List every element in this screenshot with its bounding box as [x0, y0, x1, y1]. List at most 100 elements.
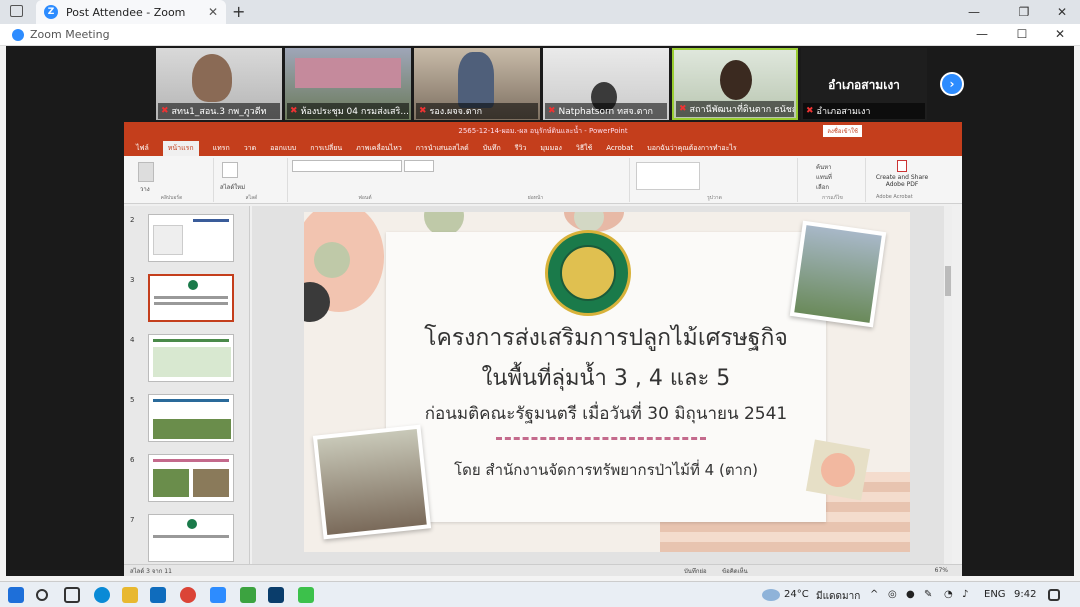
ppt-tab[interactable]: บันทึก	[483, 143, 501, 154]
weather-icon[interactable]	[762, 589, 780, 601]
group-label: Adobe Acrobat	[876, 194, 913, 200]
zoom-minimize-button[interactable]: —	[964, 23, 1000, 45]
muted-mic-icon: ✖	[548, 106, 556, 116]
tab-title: Post Attendee - Zoom	[66, 5, 186, 19]
tab-close-icon[interactable]: ✕	[208, 5, 218, 19]
slide-thumbnail[interactable]	[148, 334, 234, 382]
slide-thumbnail[interactable]	[148, 514, 234, 562]
participant-name: สถานีพัฒนาที่ดินตาก ธนัชญา	[689, 105, 794, 115]
paste-icon	[138, 162, 154, 182]
ppt-tab[interactable]: แทรก	[213, 143, 230, 154]
thumb-number: 2	[130, 216, 135, 224]
next-page-button[interactable]: ›	[940, 72, 964, 96]
chrome-icon[interactable]	[180, 587, 196, 603]
zoom-app-icon[interactable]	[210, 587, 226, 603]
language-indicator[interactable]: ENG	[984, 589, 1006, 600]
edge-browser-icon[interactable]	[94, 587, 110, 603]
line-app-icon[interactable]	[298, 587, 314, 603]
current-slide[interactable]: โครงการส่งเสริมการปลูกไม้เศรษฐกิจ ในพื้น…	[304, 212, 910, 552]
participant-tile[interactable]: ✖ สทน1_สอน.3 กพ_ภูวดีท	[156, 48, 282, 120]
font-name-input[interactable]	[292, 160, 402, 172]
slide-thumbnail[interactable]	[148, 214, 234, 262]
app-icon[interactable]	[268, 587, 284, 603]
ppt-tab[interactable]: การเปลี่ยน	[310, 143, 342, 154]
zoom-logo-icon	[12, 28, 24, 41]
microphone-icon[interactable]: ●	[906, 589, 915, 600]
volume-icon[interactable]: ♪	[962, 589, 968, 600]
slide-editor: โครงการส่งเสริมการปลูกไม้เศรษฐกิจ ในพื้น…	[252, 206, 952, 564]
tray-chevron-icon[interactable]: ^	[870, 589, 878, 600]
participant-video	[720, 60, 752, 100]
windows-taskbar: 24°C มีแดดมาก ^ ◎ ● ✎ ◔ ♪ ENG 9:42	[0, 581, 1080, 607]
slide-title-line1: โครงการส่งเสริมการปลูกไม้เศรษฐกิจ	[424, 325, 788, 351]
weather-temperature[interactable]: 24°C	[784, 589, 809, 600]
font-size-input[interactable]	[404, 160, 434, 172]
mail-icon[interactable]	[150, 587, 166, 603]
new-tab-button[interactable]: +	[232, 2, 245, 21]
ppt-tell-me[interactable]: บอกฉันว่าคุณต้องการทำอะไร	[647, 143, 736, 154]
window-maximize-button[interactable]: ❐	[1006, 0, 1042, 24]
group-label: คลิปบอร์ด	[160, 195, 183, 201]
window-minimize-button[interactable]: —	[956, 0, 992, 24]
slide-thumbnail[interactable]	[148, 454, 234, 502]
participant-name: ห้องประชุม 04 กรมส่งเสริ...	[300, 107, 409, 117]
participant-tile-active-speaker[interactable]: ✖ สถานีพัฒนาที่ดินตาก ธนัชญา	[672, 48, 798, 120]
slide-thumbnail[interactable]	[148, 394, 234, 442]
slide-photo	[312, 424, 432, 540]
meeting-area: ✖ สทน1_สอน.3 กพ_ภูวดีท ✖ ห้องประชุม 04 กรม…	[6, 46, 1074, 576]
zoom-close-button[interactable]: ✕	[1042, 23, 1078, 45]
find-button[interactable]: ค้นหา	[816, 162, 831, 172]
decor-sticker	[805, 439, 871, 501]
file-explorer-icon[interactable]	[122, 587, 138, 603]
notes-button[interactable]: บันทึกย่อ	[684, 566, 707, 576]
ppt-tab[interactable]: ภาพเคลื่อนไหว	[356, 143, 402, 154]
clock-time[interactable]: 9:42	[1014, 589, 1036, 600]
tabs-menu-icon[interactable]	[10, 5, 23, 17]
network-icon[interactable]: ◎	[888, 589, 897, 600]
notification-icon[interactable]	[1048, 589, 1060, 601]
slide-vertical-scrollbar[interactable]	[944, 206, 952, 564]
ppt-tab[interactable]: การนำเสนอสไลด์	[416, 143, 469, 154]
weather-description[interactable]: มีแดดมาก	[816, 589, 860, 604]
ppt-tab[interactable]: ไฟล์	[136, 143, 149, 154]
thumb-number: 6	[130, 456, 135, 464]
browser-tab-bar: Z Post Attendee - Zoom ✕ + — ❐ ✕	[0, 0, 1080, 24]
thumb-number: 7	[130, 516, 135, 524]
wifi-icon[interactable]: ◔	[944, 589, 953, 600]
app-icon[interactable]	[240, 587, 256, 603]
ppt-tab[interactable]: Acrobat	[606, 144, 633, 152]
ppt-tab-home[interactable]: หน้าแรก	[162, 140, 199, 156]
participant-name: อำเภอสามเงา	[816, 107, 871, 117]
ppt-tab[interactable]: มุมมอง	[540, 143, 561, 154]
create-share-pdf-button[interactable]: Create and Share Adobe PDF	[872, 160, 932, 188]
thumb-number: 4	[130, 336, 135, 344]
participant-tile[interactable]: อำเภอสามเงา ✖ อำเภอสามเงา	[801, 48, 927, 120]
ppt-tab[interactable]: ออกแบบ	[270, 143, 296, 154]
zoom-level[interactable]: 67%	[935, 567, 948, 574]
window-close-button[interactable]: ✕	[1044, 0, 1080, 24]
zoom-maximize-button[interactable]: ☐	[1004, 23, 1040, 45]
slide-count: สไลด์ 3 จาก 11	[130, 567, 172, 575]
ppt-tab[interactable]: รีวิว	[515, 143, 527, 154]
replace-button[interactable]: แทนที่	[816, 172, 832, 182]
slide-thumbnail-selected[interactable]	[148, 274, 234, 322]
select-button[interactable]: เลือก	[816, 182, 829, 192]
windows-start-icon[interactable]	[8, 587, 24, 603]
new-slide-button[interactable]: สไลด์ใหม่	[220, 182, 245, 192]
paste-button[interactable]: วาง	[140, 184, 150, 194]
ppt-tab[interactable]: วิธีใช้	[576, 143, 592, 154]
participant-tile[interactable]: ✖ ห้องประชุม 04 กรมส่งเสริ...	[285, 48, 411, 120]
pen-icon[interactable]: ✎	[924, 589, 932, 600]
search-icon[interactable]	[36, 589, 48, 601]
task-view-icon[interactable]	[64, 587, 80, 603]
comments-button[interactable]: ข้อคิดเห็น	[722, 566, 748, 576]
participant-tile[interactable]: ✖ รอง.ผจจ.ตาก	[414, 48, 540, 120]
shapes-gallery[interactable]	[636, 162, 700, 190]
chevron-right-icon: ›	[949, 77, 955, 91]
ppt-signin-button[interactable]: ลงชื่อเข้าใช้	[823, 125, 862, 137]
browser-tab[interactable]: Z Post Attendee - Zoom ✕	[36, 0, 226, 24]
muted-mic-icon: ✖	[290, 106, 298, 116]
ppt-tab[interactable]: วาด	[244, 143, 256, 154]
participant-video	[192, 54, 232, 102]
participant-tile[interactable]: ✖ Natphatsorn ทสจ.ตาก	[543, 48, 669, 120]
